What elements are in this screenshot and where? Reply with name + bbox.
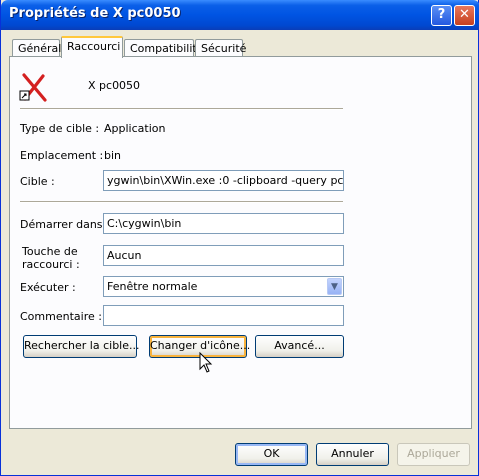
run-select-value: Fenêtre normale	[107, 280, 198, 293]
start-in-label: Démarrer dans :	[20, 218, 110, 231]
mouse-cursor-icon	[199, 351, 213, 374]
tab-securite-label: Sécurité	[201, 42, 247, 55]
separator	[20, 201, 343, 203]
shortcut-key-value: Aucun	[107, 249, 142, 262]
shortcut-key-input[interactable]: Aucun	[103, 245, 344, 266]
apply-button[interactable]: Appliquer	[397, 443, 470, 466]
start-in-value: C:\cygwin\bin	[107, 217, 182, 230]
tab-raccourci[interactable]: Raccourci	[61, 36, 123, 58]
window-title: Propriétés de X pc0050	[9, 6, 181, 21]
tab-general-label: Général	[18, 42, 62, 55]
tab-panel	[9, 56, 472, 429]
target-type-value: Application	[104, 122, 166, 135]
comment-label: Commentaire :	[20, 310, 102, 323]
tab-securite[interactable]: Sécurité	[195, 39, 247, 57]
ok-button[interactable]: OK	[235, 443, 308, 466]
x-shortcut-icon	[19, 72, 49, 104]
target-input-value: ygwin\bin\XWin.exe :0 -clipboard -query …	[107, 174, 344, 187]
title-bar[interactable]: Propriétés de X pc0050 ? ✕	[1, 0, 479, 30]
comment-input[interactable]	[103, 305, 344, 326]
shortcut-key-label-line2: raccourci :	[22, 258, 80, 271]
run-label: Exécuter :	[20, 281, 76, 294]
location-label: Emplacement :	[20, 149, 104, 162]
tab-compatibilite[interactable]: Compatibilité	[124, 39, 203, 57]
close-button[interactable]: ✕	[454, 5, 475, 26]
location-value: bin	[104, 149, 122, 162]
target-input[interactable]: ygwin\bin\XWin.exe :0 -clipboard -query …	[103, 170, 344, 191]
run-select[interactable]: Fenêtre normale ▼	[103, 276, 344, 297]
cancel-button[interactable]: Annuler	[316, 443, 389, 466]
help-button[interactable]: ?	[431, 5, 452, 26]
shortcut-name: X pc0050	[88, 79, 141, 92]
change-icon-button[interactable]: Changer d'icône...	[149, 335, 250, 358]
advanced-button[interactable]: Avancé...	[255, 335, 344, 358]
properties-window: Propriétés de X pc0050 ? ✕ Général Racco…	[0, 0, 479, 476]
start-in-input[interactable]: C:\cygwin\bin	[103, 213, 344, 234]
find-target-button[interactable]: Rechercher la cible...	[23, 335, 139, 358]
shortcut-key-label-line1: Touche de	[22, 245, 78, 258]
target-label: Cible :	[20, 175, 55, 188]
tab-compatibilite-label: Compatibilité	[130, 42, 204, 55]
chevron-down-icon[interactable]: ▼	[327, 278, 342, 295]
separator	[20, 108, 343, 110]
tab-general[interactable]: Général	[12, 39, 62, 57]
target-type-label: Type de cible :	[20, 122, 100, 135]
tab-raccourci-label: Raccourci	[67, 40, 121, 53]
